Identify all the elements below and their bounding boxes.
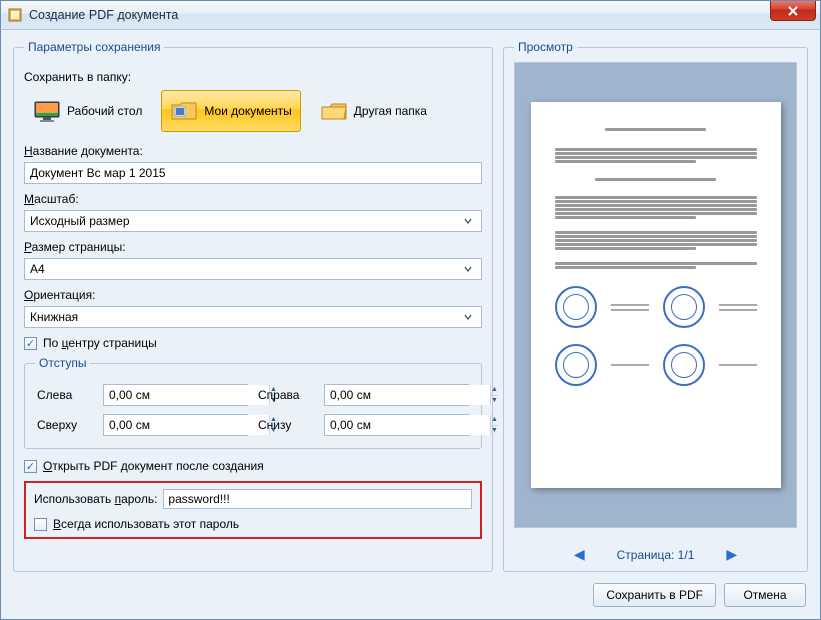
prev-page-button[interactable]: ◀: [574, 546, 585, 563]
stamp-icon: [555, 286, 597, 328]
window-title: Создание PDF документа: [29, 8, 178, 22]
docname-label: Название документа:: [24, 144, 482, 158]
spin-up-icon[interactable]: ▲: [491, 415, 498, 426]
margin-bottom-spinner[interactable]: ▲▼: [324, 414, 469, 436]
center-label: По центру страницы: [43, 336, 157, 350]
scale-combo[interactable]: Исходный размер: [24, 210, 482, 232]
margin-right-spinner[interactable]: ▲▼: [324, 384, 469, 406]
titlebar: Создание PDF документа: [0, 0, 821, 30]
page-indicator: Страница: 1/1: [617, 548, 695, 562]
folder-desktop-label: Рабочий стол: [67, 104, 142, 118]
margin-left-spinner[interactable]: ▲▼: [103, 384, 248, 406]
preview-legend: Просмотр: [514, 40, 577, 54]
docname-input[interactable]: [24, 162, 482, 184]
close-icon: [787, 5, 799, 17]
folder-documents-button[interactable]: Мои документы: [161, 90, 300, 132]
stamp-icon: [663, 286, 705, 328]
margins-legend: Отступы: [35, 356, 90, 370]
password-input[interactable]: [163, 489, 472, 509]
password-group: Использовать пароль: Всегда использовать…: [24, 481, 482, 539]
chevron-down-icon: [460, 261, 476, 277]
dialog-buttons: Сохранить в PDF Отмена: [593, 583, 806, 607]
spin-up-icon[interactable]: ▲: [491, 385, 498, 396]
chevron-down-icon: [460, 309, 476, 325]
app-icon: [7, 7, 23, 23]
save-to-label: Сохранить в папку:: [24, 70, 482, 84]
margin-top-label: Сверху: [37, 418, 93, 432]
open-after-checkbox[interactable]: ✓: [24, 460, 37, 473]
save-params-legend: Параметры сохранения: [24, 40, 164, 54]
folder-other-button[interactable]: Другая папка: [311, 90, 436, 132]
orient-combo[interactable]: Книжная: [24, 306, 482, 328]
folder-icon: [320, 99, 348, 123]
always-password-checkbox[interactable]: [34, 518, 47, 531]
cancel-button[interactable]: Отмена: [724, 583, 806, 607]
pagesize-value: A4: [30, 262, 45, 276]
spin-down-icon[interactable]: ▼: [491, 426, 498, 436]
margin-bottom-label: Снизу: [258, 418, 314, 432]
scale-value: Исходный размер: [30, 214, 130, 228]
folder-desktop-button[interactable]: Рабочий стол: [24, 90, 151, 132]
save-button[interactable]: Сохранить в PDF: [593, 583, 716, 607]
folder-other-label: Другая папка: [354, 104, 427, 118]
pagesize-label: Размер страницы:: [24, 240, 482, 254]
pagesize-combo[interactable]: A4: [24, 258, 482, 280]
margin-top-spinner[interactable]: ▲▼: [103, 414, 248, 436]
pager: ◀ Страница: 1/1 ▶: [514, 546, 797, 563]
preview-frame: [514, 62, 797, 528]
next-page-button[interactable]: ▶: [726, 546, 737, 563]
margin-right-label: Справа: [258, 388, 314, 402]
center-checkbox[interactable]: ✓: [24, 337, 37, 350]
margins-group: Отступы Слева ▲▼ Справа ▲▼ Сверху: [24, 356, 482, 449]
chevron-down-icon: [460, 213, 476, 229]
orient-label: Ориентация:: [24, 288, 482, 302]
stamp-icon: [555, 344, 597, 386]
scale-label: Масштаб:: [24, 192, 482, 206]
documents-icon: [170, 99, 198, 123]
save-params-group: Параметры сохранения Сохранить в папку:: [13, 40, 493, 572]
always-password-label: Всегда использовать этот пароль: [53, 517, 239, 531]
preview-group: Просмотр: [503, 40, 808, 572]
open-after-label: Открыть PDF документ после создания: [43, 459, 264, 473]
password-label: Использовать пароль:: [34, 492, 157, 506]
client-area: Параметры сохранения Сохранить в папку:: [0, 30, 821, 620]
folder-row: Рабочий стол Мои документы: [24, 90, 482, 132]
stamp-icon: [663, 344, 705, 386]
close-button[interactable]: [770, 1, 816, 21]
spin-down-icon[interactable]: ▼: [491, 396, 498, 406]
orient-value: Книжная: [30, 310, 78, 324]
preview-page: [531, 102, 781, 488]
margin-left-label: Слева: [37, 388, 93, 402]
folder-documents-label: Мои документы: [204, 104, 291, 118]
desktop-icon: [33, 99, 61, 123]
